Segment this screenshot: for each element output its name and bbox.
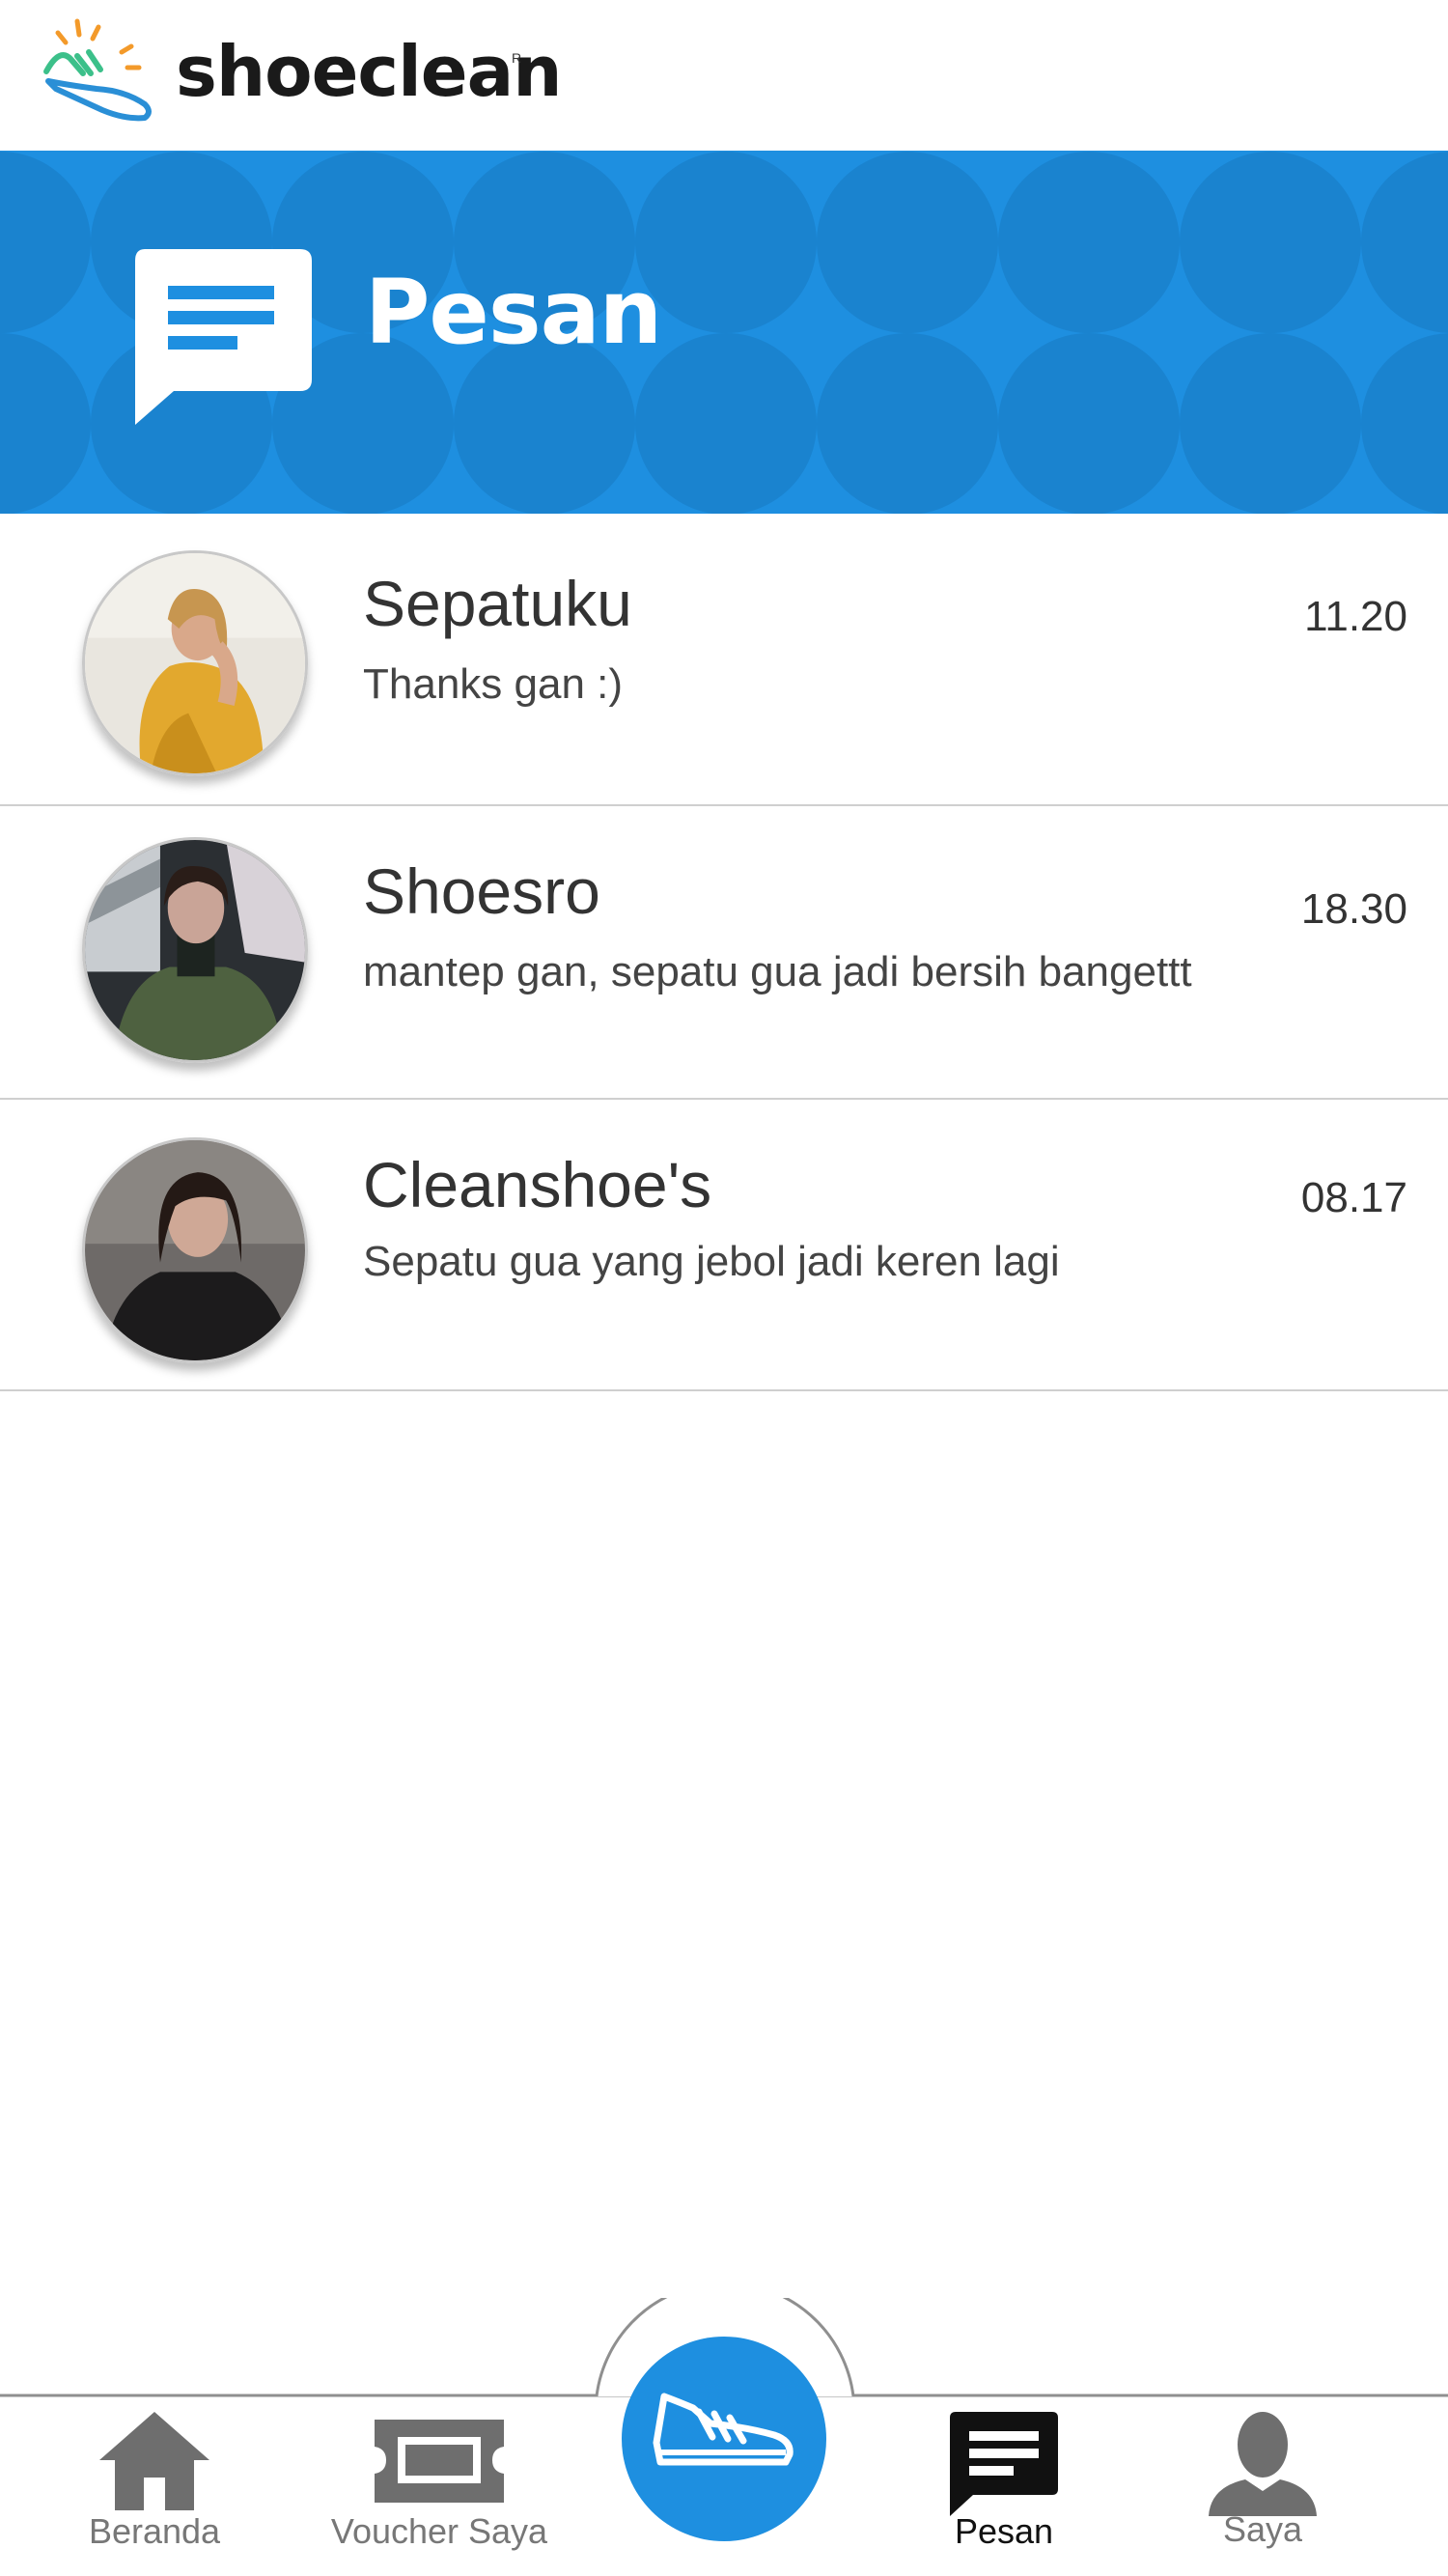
chat-icon — [950, 2412, 1058, 2516]
home-icon — [99, 2412, 209, 2510]
message-time: 18.30 — [1300, 885, 1407, 933]
person-icon — [1209, 2412, 1317, 2516]
brand-name: shoeclean — [176, 31, 562, 112]
bottom-nav: Beranda Voucher Saya Pesan Saya — [0, 2298, 1448, 2576]
shoe-icon — [653, 2393, 794, 2466]
nav-beranda[interactable]: Beranda — [82, 2410, 227, 2549]
avatar — [82, 837, 308, 1063]
message-row[interactable]: Cleanshoe's Sepatu gua yang jebol jadi k… — [0, 1100, 1448, 1391]
page-title: Pesan — [365, 261, 662, 364]
app-header: shoeclean R — [0, 0, 1448, 151]
message-preview: mantep gan, sepatu gua jadi bersih bange… — [363, 948, 1192, 995]
sender-name: Cleanshoe's — [363, 1149, 712, 1220]
sender-name: Sepatuku — [363, 568, 632, 639]
nav-voucher-saya[interactable]: Voucher Saya — [328, 2410, 550, 2549]
sender-name: Shoesro — [363, 855, 600, 927]
message-icon — [135, 249, 312, 425]
message-preview: Sepatu gua yang jebol jadi keren lagi — [363, 1238, 1060, 1285]
nav-label: Saya — [1222, 2509, 1303, 2549]
nav-label: Beranda — [88, 2511, 221, 2551]
message-list: Sepatuku Thanks gan :) 11.20 Shoesro man… — [0, 514, 1448, 1391]
center-shoe-button[interactable] — [622, 2337, 826, 2541]
message-time: 08.17 — [1300, 1174, 1407, 1221]
nav-saya[interactable]: Saya — [1197, 2410, 1328, 2547]
avatar — [82, 1137, 308, 1363]
nav-label: Voucher Saya — [330, 2511, 548, 2551]
page-banner: Pesan — [0, 151, 1448, 514]
registered-mark: R — [512, 50, 522, 66]
message-time: 11.20 — [1304, 593, 1407, 640]
nav-pesan[interactable]: Pesan — [932, 2410, 1076, 2549]
avatar — [82, 550, 308, 776]
message-preview: Thanks gan :) — [363, 660, 624, 708]
ticket-icon — [375, 2420, 504, 2503]
message-row[interactable]: Shoesro mantep gan, sepatu gua jadi bers… — [0, 806, 1448, 1100]
message-row[interactable]: Sepatuku Thanks gan :) 11.20 — [0, 514, 1448, 806]
nav-label: Pesan — [954, 2511, 1054, 2551]
shoeclean-logo-icon — [43, 18, 152, 122]
